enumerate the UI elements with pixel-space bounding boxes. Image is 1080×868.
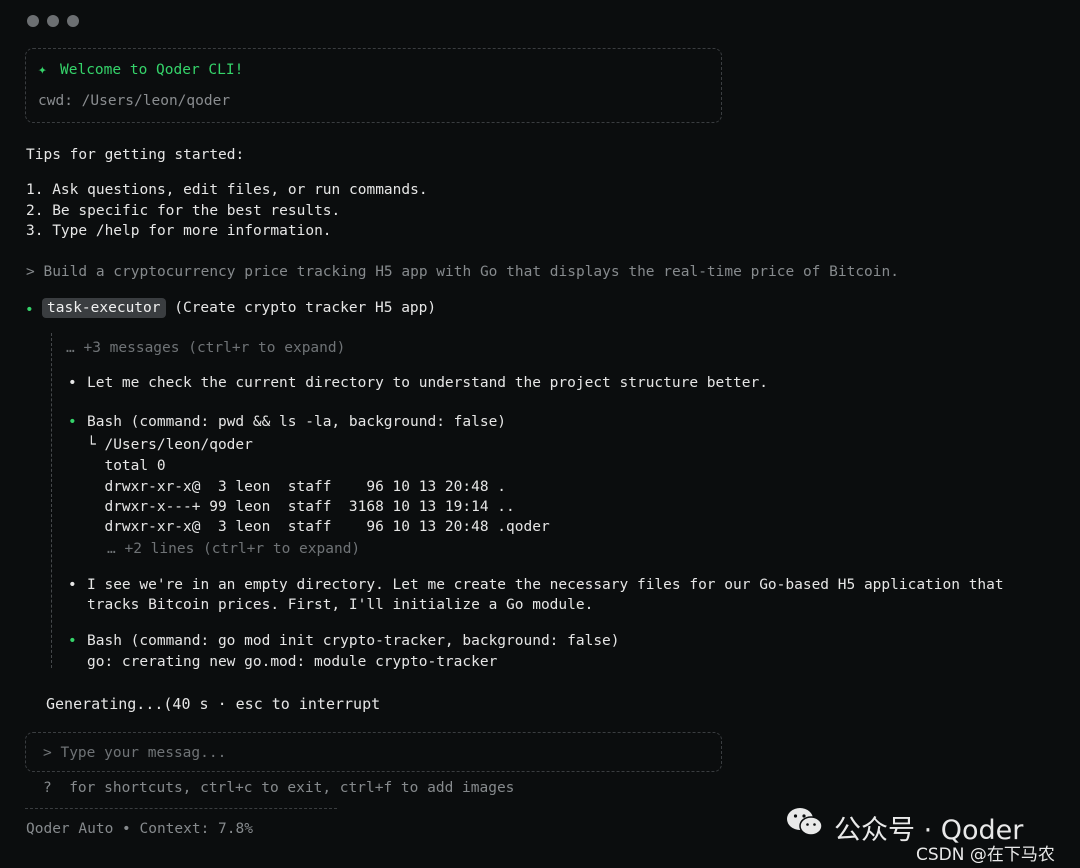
task-header: task-executor (Create crypto tracker H5 … bbox=[42, 298, 437, 318]
tool-status-dot-icon: • bbox=[68, 414, 77, 430]
bash-output-line: drwxr-xr-x@ 3 leon staff 96 10 13 20:48 … bbox=[87, 519, 550, 535]
bash-output-line: └ /Users/leon/qoder bbox=[87, 437, 253, 453]
bash-output-line: drwxr-xr-x@ 3 leon staff 96 10 13 20:48 … bbox=[87, 479, 507, 495]
task-tree-line bbox=[51, 333, 52, 668]
task-name-badge[interactable]: task-executor bbox=[42, 298, 166, 318]
task-description: (Create crypto tracker H5 app) bbox=[174, 300, 437, 316]
welcome-text: Welcome to Qoder CLI! bbox=[60, 62, 244, 78]
tips-title: Tips for getting started: bbox=[26, 147, 245, 163]
shortcut-hints: ? for shortcuts, ctrl+c to exit, ctrl+f … bbox=[43, 780, 515, 796]
generating-status: Generating...(40 s · esc to interrupt bbox=[46, 695, 381, 713]
close-window-dot[interactable] bbox=[27, 15, 39, 27]
user-prompt: > Build a cryptocurrency price tracking … bbox=[26, 264, 899, 280]
bullet-icon: • bbox=[68, 577, 77, 593]
status-dot-icon: • bbox=[25, 302, 34, 318]
welcome-box bbox=[25, 48, 722, 123]
bullet-icon: • bbox=[68, 375, 77, 391]
tip-item: 1. Ask questions, edit files, or run com… bbox=[26, 182, 428, 198]
watermark-csdn: CSDN @在下马农 bbox=[916, 845, 1055, 865]
sparkle-icon: ✦ bbox=[38, 62, 47, 78]
maximize-window-dot[interactable] bbox=[67, 15, 79, 27]
wechat-icon bbox=[787, 808, 823, 836]
assistant-message-line: tracks Bitcoin prices. First, I'll initi… bbox=[87, 597, 594, 613]
tip-item: 2. Be specific for the best results. bbox=[26, 203, 341, 219]
bash-output-line: total 0 bbox=[87, 458, 166, 474]
welcome-title: ✦ Welcome to Qoder CLI! bbox=[38, 62, 243, 78]
assistant-message: Let me check the current directory to un… bbox=[87, 375, 768, 391]
tip-item: 3. Type /help for more information. bbox=[26, 223, 332, 239]
footer-status: Qoder Auto • Context: 7.8% bbox=[26, 821, 253, 837]
assistant-message-line: I see we're in an empty directory. Let m… bbox=[87, 577, 1004, 593]
collapsed-lines[interactable]: … +2 lines (ctrl+r to expand) bbox=[107, 541, 360, 557]
footer-divider bbox=[25, 808, 337, 809]
tool-status-dot-icon: • bbox=[68, 633, 77, 649]
minimize-window-dot[interactable] bbox=[47, 15, 59, 27]
window-controls bbox=[27, 15, 79, 27]
bash-output-line: drwxr-x---+ 99 leon staff 3168 10 13 19:… bbox=[87, 499, 515, 515]
collapsed-messages[interactable]: … +3 messages (ctrl+r to expand) bbox=[66, 340, 345, 356]
bash-command: Bash (command: pwd && ls -la, background… bbox=[87, 414, 507, 430]
message-input[interactable]: > Type your messag... bbox=[43, 745, 226, 761]
bash-command: Bash (command: go mod init crypto-tracke… bbox=[87, 633, 620, 649]
cwd-text: cwd: /Users/leon/qoder bbox=[38, 93, 231, 109]
bash-output-line: go: crerating new go.mod: module crypto-… bbox=[87, 654, 498, 670]
